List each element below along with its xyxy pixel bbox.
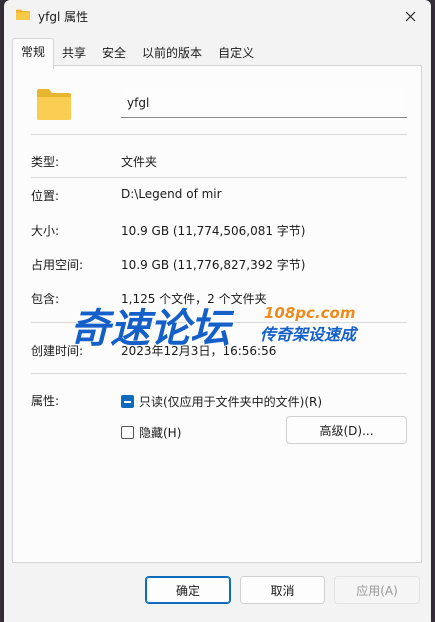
location-label: 位置:: [31, 189, 60, 203]
location-value: D:\Legend of mir: [121, 187, 222, 201]
watermark-main-text: 奇速论坛: [70, 306, 235, 350]
disk-size-label: 占用空间:: [31, 258, 84, 272]
tab-sharing[interactable]: 共享: [54, 40, 94, 66]
readonly-checkbox-box[interactable]: [121, 395, 134, 408]
properties-dialog: yfgl 属性 常规 共享 安全 以前的版本 自定义 类型: 文件夹 位置: D…: [4, 0, 431, 622]
ok-button[interactable]: 确定: [145, 576, 231, 604]
hidden-checkbox-box[interactable]: [121, 426, 134, 439]
readonly-checkbox[interactable]: 只读(仅应用于文件夹中的文件)(R): [121, 393, 322, 410]
divider: [31, 373, 407, 374]
contains-label: 包含:: [31, 292, 60, 306]
readonly-checkbox-label: 只读(仅应用于文件夹中的文件)(R): [139, 395, 323, 409]
disk-size-value: 10.9 GB (11,776,827,392 字节): [121, 258, 306, 272]
divider: [31, 134, 407, 135]
tab-bar: 常规 共享 安全 以前的版本 自定义: [12, 38, 262, 69]
window-title: yfgl 属性: [38, 10, 89, 24]
tab-customize[interactable]: 自定义: [210, 40, 262, 66]
hidden-checkbox-label: 隐藏(H): [139, 426, 182, 440]
attributes-label: 属性:: [31, 394, 60, 408]
apply-button[interactable]: 应用(A): [334, 576, 420, 604]
folder-name-input[interactable]: [121, 88, 407, 118]
size-label: 大小:: [31, 224, 60, 238]
advanced-button[interactable]: 高级(D)...: [286, 416, 407, 444]
tab-previous-versions[interactable]: 以前的版本: [134, 40, 210, 66]
type-label: 类型:: [31, 155, 60, 169]
size-value: 10.9 GB (11,774,506,081 字节): [121, 224, 306, 238]
watermark-logo: 奇速论坛 108pc.com 传奇架设速成: [69, 303, 360, 350]
hidden-checkbox[interactable]: 隐藏(H): [121, 424, 181, 441]
tab-security[interactable]: 安全: [94, 40, 134, 66]
type-value: 文件夹: [121, 155, 158, 169]
folder-icon: [16, 9, 30, 20]
divider: [31, 177, 407, 178]
folder-icon: [37, 89, 71, 120]
tab-general[interactable]: 常规: [12, 38, 55, 69]
cancel-button[interactable]: 取消: [240, 576, 325, 604]
close-icon: [405, 11, 415, 21]
watermark-url-text: 108pc.com: [264, 304, 355, 322]
title-bar[interactable]: yfgl 属性: [4, 0, 431, 32]
watermark-tagline: 传奇架设速成: [260, 325, 359, 344]
close-button[interactable]: [395, 2, 425, 30]
